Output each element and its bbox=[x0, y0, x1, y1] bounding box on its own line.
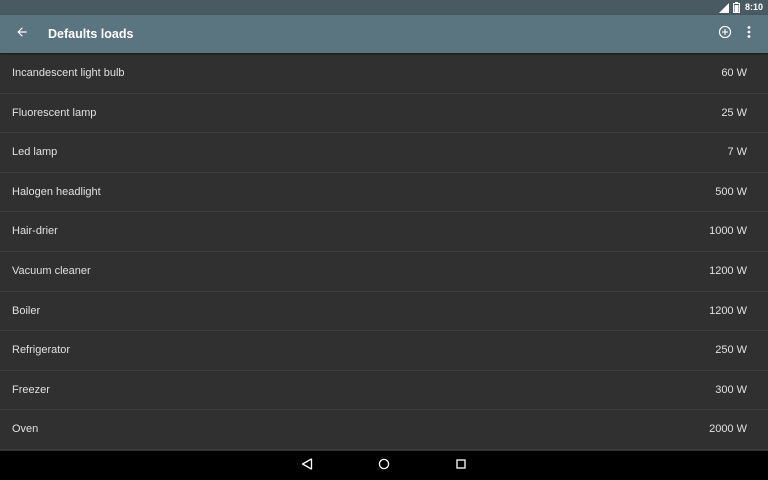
nav-back-icon bbox=[301, 457, 313, 475]
load-power: 1200 W bbox=[709, 304, 747, 317]
loads-list: Incandescent light bulb 60 W Fluorescent… bbox=[0, 54, 768, 450]
list-item-incandescent-light-bulb[interactable]: Incandescent light bulb 60 W bbox=[0, 54, 768, 94]
load-power: 1200 W bbox=[709, 264, 747, 277]
nav-home-button[interactable] bbox=[375, 457, 393, 475]
add-circle-icon bbox=[718, 25, 732, 44]
status-icons: 8:10 bbox=[718, 2, 763, 13]
app-bar: Defaults loads bbox=[0, 15, 768, 53]
list-item-vacuum-cleaner[interactable]: Vacuum cleaner 1200 W bbox=[0, 252, 768, 292]
load-name: Hair-drier bbox=[12, 225, 58, 238]
status-time: 8:10 bbox=[744, 2, 763, 12]
load-power: 7 W bbox=[727, 146, 747, 159]
system-navigation-bar bbox=[0, 451, 768, 480]
load-name: Oven bbox=[12, 423, 39, 436]
load-power: 500 W bbox=[715, 185, 747, 198]
load-power: 25 W bbox=[721, 106, 747, 119]
list-item-halogen-headlight[interactable]: Halogen headlight 500 W bbox=[0, 173, 768, 213]
nav-back-button[interactable] bbox=[298, 457, 316, 475]
overflow-menu-button[interactable] bbox=[736, 20, 762, 48]
load-name: Led lamp bbox=[12, 146, 58, 159]
load-name: Refrigerator bbox=[12, 344, 71, 357]
load-power: 1000 W bbox=[709, 225, 747, 238]
load-name: Vacuum cleaner bbox=[12, 264, 91, 277]
load-name: Freezer bbox=[12, 383, 50, 396]
load-power: 300 W bbox=[715, 383, 747, 396]
list-item-refrigerator[interactable]: Refrigerator 250 W bbox=[0, 331, 768, 371]
list-item-fluorescent-lamp[interactable]: Fluorescent lamp 25 W bbox=[0, 94, 768, 134]
list-item-boiler[interactable]: Boiler 1200 W bbox=[0, 292, 768, 332]
load-name: Boiler bbox=[12, 304, 41, 317]
nav-home-icon bbox=[378, 457, 390, 475]
load-name: Fluorescent lamp bbox=[12, 106, 97, 119]
list-item-oven[interactable]: Oven 2000 W bbox=[0, 410, 768, 450]
nav-recents-icon bbox=[455, 457, 467, 475]
load-name: Incandescent light bulb bbox=[12, 67, 125, 79]
battery-icon bbox=[732, 2, 740, 13]
list-item-hair-drier[interactable]: Hair-drier 1000 W bbox=[0, 212, 768, 252]
status-bar: 8:10 bbox=[0, 0, 768, 15]
nav-recents-button[interactable] bbox=[452, 457, 470, 475]
load-name: Halogen headlight bbox=[12, 185, 101, 198]
load-power: 2000 W bbox=[709, 423, 747, 436]
more-vert-icon bbox=[747, 25, 751, 43]
signal-icon bbox=[718, 2, 730, 13]
back-button[interactable] bbox=[8, 20, 36, 48]
list-item-led-lamp[interactable]: Led lamp 7 W bbox=[0, 133, 768, 173]
list-item-freezer[interactable]: Freezer 300 W bbox=[0, 371, 768, 411]
add-load-button[interactable] bbox=[711, 20, 739, 48]
page-title: Defaults loads bbox=[48, 27, 134, 41]
load-power: 60 W bbox=[721, 67, 747, 79]
back-arrow-icon bbox=[15, 25, 29, 44]
load-power: 250 W bbox=[715, 344, 747, 357]
